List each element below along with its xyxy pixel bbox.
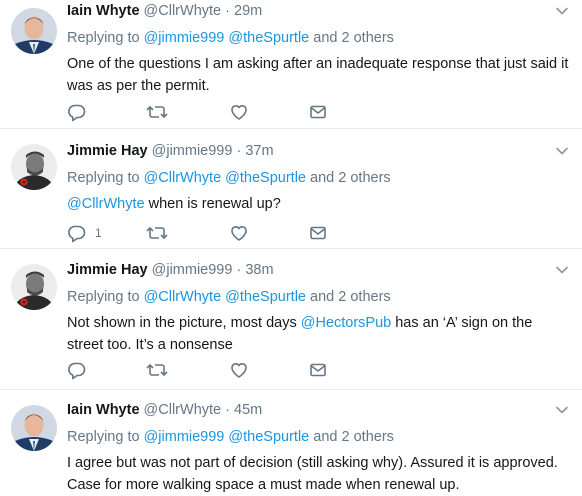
reply-context: Replying to @CllrWhyte @theSpurtle and 2… xyxy=(67,168,572,188)
mention-link[interactable]: @CllrWhyte xyxy=(144,170,222,186)
tweet-header: Jimmie Hay @jimmie999 · 37m xyxy=(67,141,572,161)
like-icon xyxy=(229,360,249,380)
message-icon xyxy=(308,102,328,122)
mention-link[interactable]: @theSpurtle xyxy=(228,30,309,46)
chevron-down-icon[interactable] xyxy=(556,406,568,414)
tweet-header: Iain Whyte @CllrWhyte · 45m xyxy=(67,400,572,420)
reply-prefix: Replying to xyxy=(67,429,140,445)
reply-count: 1 xyxy=(95,226,102,240)
retweet-button[interactable] xyxy=(146,102,168,122)
separator: · xyxy=(221,3,234,19)
message-button[interactable] xyxy=(308,360,328,380)
reply-others[interactable]: and 2 others xyxy=(310,170,391,186)
author-name[interactable]: Jimmie Hay xyxy=(67,262,148,278)
reply-context: Replying to @CllrWhyte @theSpurtle and 2… xyxy=(67,287,572,307)
reply-button[interactable] xyxy=(67,360,87,380)
reply-context: Replying to @jimmie999 @theSpurtle and 2… xyxy=(67,28,572,48)
tweet-item[interactable]: Iain Whyte @CllrWhyte · 29m Replying to … xyxy=(0,0,582,129)
like-icon xyxy=(229,102,249,122)
tweet-text: Not shown in the picture, most days @Hec… xyxy=(67,312,572,356)
timestamp[interactable]: 45m xyxy=(234,402,262,418)
author-name[interactable]: Iain Whyte xyxy=(67,402,140,418)
reply-prefix: Replying to xyxy=(67,170,140,186)
message-button[interactable] xyxy=(308,223,328,243)
tweet-text-body: Not shown in the picture, most days xyxy=(67,315,301,331)
author-name[interactable]: Jimmie Hay xyxy=(67,143,148,159)
reply-context: Replying to @jimmie999 @theSpurtle and 2… xyxy=(67,427,572,447)
avatar[interactable] xyxy=(11,405,57,451)
timestamp[interactable]: 38m xyxy=(245,262,273,278)
reply-prefix: Replying to xyxy=(67,289,140,305)
retweet-icon xyxy=(146,102,168,122)
author-handle[interactable]: @CllrWhyte xyxy=(144,3,222,19)
tweet-item[interactable]: Jimmie Hay @jimmie999 · 38m Replying to … xyxy=(0,249,582,390)
timestamp[interactable]: 37m xyxy=(245,143,273,159)
retweet-button[interactable] xyxy=(146,360,168,380)
retweet-button[interactable] xyxy=(146,223,168,243)
retweet-icon xyxy=(146,360,168,380)
message-icon xyxy=(308,223,328,243)
like-button[interactable] xyxy=(229,360,249,380)
mention-link[interactable]: @theSpurtle xyxy=(225,289,306,305)
reply-button[interactable] xyxy=(67,102,87,122)
reply-others[interactable]: and 2 others xyxy=(313,30,394,46)
avatar[interactable] xyxy=(11,8,57,54)
separator: · xyxy=(232,143,246,159)
mention-link[interactable]: @jimmie999 xyxy=(144,429,225,445)
chevron-down-icon[interactable] xyxy=(556,7,568,15)
avatar[interactable] xyxy=(11,264,57,310)
reply-others[interactable]: and 2 others xyxy=(313,429,394,445)
tweet-header: Iain Whyte @CllrWhyte · 29m xyxy=(67,1,572,21)
tweet-item[interactable]: Jimmie Hay @jimmie999 · 37m Replying to … xyxy=(0,129,582,249)
mention-link[interactable]: @CllrWhyte xyxy=(67,196,145,212)
like-button[interactable] xyxy=(229,223,249,243)
timestamp[interactable]: 29m xyxy=(234,3,262,19)
mention-link[interactable]: @jimmie999 xyxy=(144,30,225,46)
author-handle[interactable]: @jimmie999 xyxy=(152,262,233,278)
reply-icon xyxy=(67,360,87,380)
tweet-text: @CllrWhyte when is renewal up? xyxy=(67,193,572,215)
reply-others[interactable]: and 2 others xyxy=(310,289,391,305)
separator: · xyxy=(221,402,234,418)
reply-button[interactable]: 1 xyxy=(67,223,102,243)
message-button[interactable] xyxy=(308,102,328,122)
tweet-text-body: when is renewal up? xyxy=(144,196,281,212)
like-icon xyxy=(229,223,249,243)
separator: · xyxy=(232,262,246,278)
chevron-down-icon[interactable] xyxy=(556,266,568,274)
mention-link[interactable]: @CllrWhyte xyxy=(144,289,222,305)
author-name[interactable]: Iain Whyte xyxy=(67,3,140,19)
tweet-header: Jimmie Hay @jimmie999 · 38m xyxy=(67,260,572,280)
like-button[interactable] xyxy=(229,102,249,122)
tweet-text: I agree but was not part of decision (st… xyxy=(67,455,558,493)
author-handle[interactable]: @CllrWhyte xyxy=(144,402,222,418)
author-handle[interactable]: @jimmie999 xyxy=(152,143,233,159)
chevron-down-icon[interactable] xyxy=(556,147,568,155)
reply-icon xyxy=(67,102,87,122)
reply-icon xyxy=(67,223,87,243)
tweet-text: One of the questions I am asking after a… xyxy=(67,56,569,94)
mention-link[interactable]: @HectorsPub xyxy=(301,315,391,331)
message-icon xyxy=(308,360,328,380)
reply-prefix: Replying to xyxy=(67,30,140,46)
tweet-item[interactable]: Iain Whyte @CllrWhyte · 45m Replying to … xyxy=(0,390,582,493)
mention-link[interactable]: @theSpurtle xyxy=(225,170,306,186)
avatar[interactable] xyxy=(11,144,57,190)
mention-link[interactable]: @theSpurtle xyxy=(228,429,309,445)
retweet-icon xyxy=(146,223,168,243)
